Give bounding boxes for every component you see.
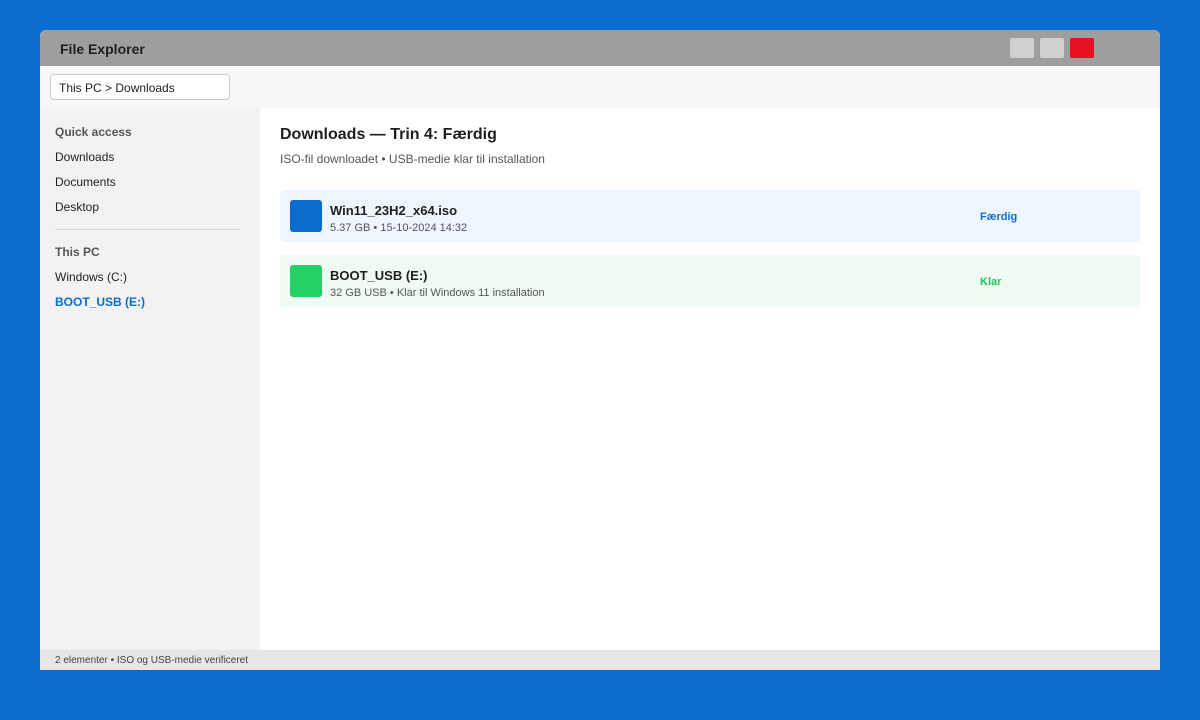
file-item-usb[interactable]: BOOT_USB (E:) 32 GB USB • Klar til Windo… bbox=[280, 255, 1140, 307]
address-bar-input[interactable]: This PC > Downloads bbox=[50, 74, 230, 100]
iso-file-icon bbox=[290, 200, 322, 232]
status-badge: Færdig bbox=[980, 211, 1018, 223]
status-badge: Klar bbox=[980, 276, 1002, 288]
sidebar-item-desktop[interactable]: Desktop bbox=[55, 200, 99, 214]
close-button[interactable] bbox=[1070, 38, 1094, 58]
file-name: Win11_23H2_x64.iso bbox=[330, 203, 458, 218]
status-bar: 2 elementer • ISO og USB-medie verificer… bbox=[40, 650, 1160, 670]
file-meta: 5.37 GB • 15-10-2024 14:32 bbox=[330, 222, 468, 234]
sidebar-item-downloads[interactable]: Downloads bbox=[55, 150, 114, 164]
page-title: Downloads — Trin 4: Færdig bbox=[280, 126, 497, 143]
main-content: Downloads — Trin 4: Færdig ISO-fil downl… bbox=[260, 108, 1160, 650]
sidebar-item-documents[interactable]: Documents bbox=[55, 175, 116, 189]
usb-drive-icon bbox=[290, 265, 322, 297]
this-pc-heading[interactable]: This PC bbox=[55, 245, 100, 259]
sidebar-item-boot-usb[interactable]: BOOT_USB (E:) bbox=[55, 295, 145, 309]
minimize-button[interactable] bbox=[1010, 38, 1034, 58]
page-subtitle: ISO-fil downloadet • USB-medie klar til … bbox=[280, 152, 545, 166]
navigation-sidebar: Quick access Downloads Documents Desktop… bbox=[40, 108, 260, 650]
status-bar-text: 2 elementer • ISO og USB-medie verificer… bbox=[55, 655, 249, 666]
title-bar[interactable]: File Explorer bbox=[40, 30, 1160, 66]
sidebar-item-windows-c[interactable]: Windows (C:) bbox=[55, 270, 127, 284]
sidebar-divider bbox=[55, 229, 240, 230]
file-name: BOOT_USB (E:) bbox=[330, 268, 428, 283]
maximize-button[interactable] bbox=[1040, 38, 1064, 58]
window-title: File Explorer bbox=[60, 41, 145, 57]
file-meta: 32 GB USB • Klar til Windows 11 installa… bbox=[330, 287, 545, 299]
quick-access-heading: Quick access bbox=[55, 125, 132, 139]
file-item-iso[interactable]: Win11_23H2_x64.iso 5.37 GB • 15-10-2024 … bbox=[280, 190, 1140, 242]
address-bar-area: This PC > Downloads bbox=[40, 66, 1160, 108]
file-explorer-window: File Explorer This PC > Downloads Quick … bbox=[40, 30, 1160, 670]
